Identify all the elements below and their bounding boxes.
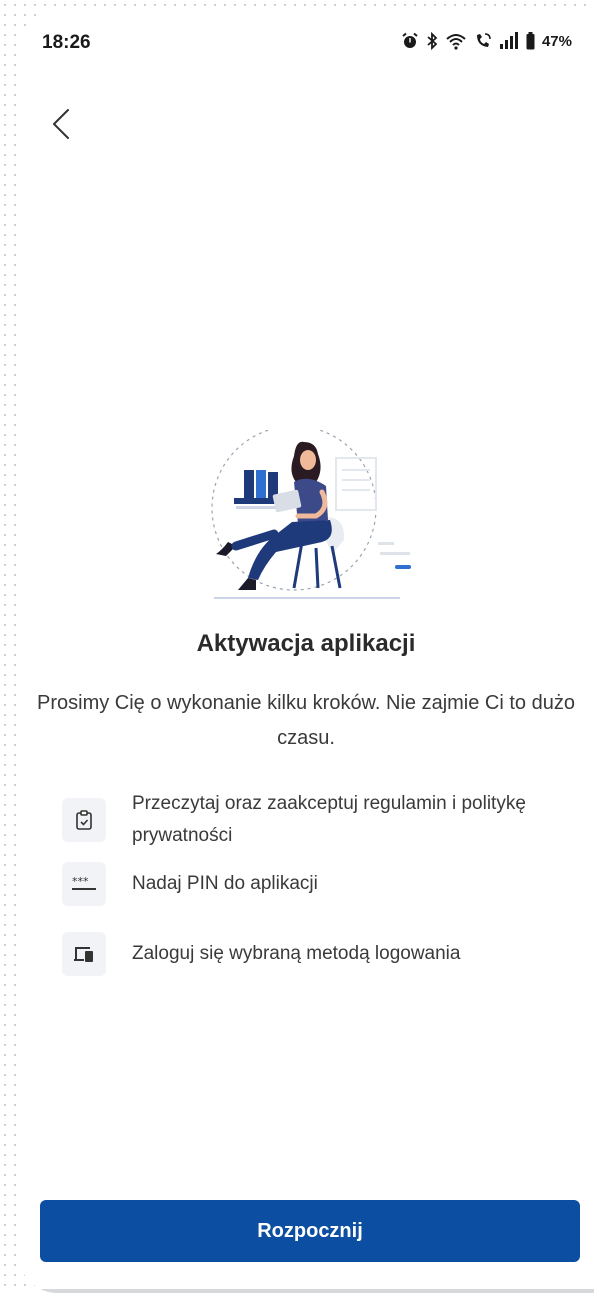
step-label-terms: Przeczytaj oraz zaakceptuj regulamin i p… xyxy=(132,793,526,846)
clipboard-check-icon xyxy=(62,798,106,842)
bottom-edge xyxy=(18,1289,594,1293)
devices-icon xyxy=(62,932,106,976)
start-button[interactable]: Rozpocznij xyxy=(40,1200,580,1262)
signal-icon xyxy=(499,32,519,50)
bluetooth-icon xyxy=(426,32,438,50)
status-icons: 47% xyxy=(401,32,572,50)
svg-text:***: *** xyxy=(72,876,89,888)
back-button[interactable] xyxy=(42,102,86,146)
step-label-pin: Nadaj PIN do aplikacji xyxy=(132,873,318,894)
intro-text: Prosimy Cię o wykonanie kilku kroków. Ni… xyxy=(37,692,575,749)
step-item-terms: Przeczytaj oraz zaakceptuj regulamin i p… xyxy=(62,788,542,852)
status-bar: 18:26 47% xyxy=(18,32,594,58)
alarm-icon xyxy=(401,32,419,50)
screen: 18:26 47% Aktywacja aplikacji Prosimy Ci… xyxy=(18,10,594,1293)
step-item-login: Zaloguj się wybraną metodą logowania xyxy=(62,932,542,976)
chevron-left-icon xyxy=(53,109,69,139)
wifi-calling-icon xyxy=(474,32,492,50)
battery-percent: 47% xyxy=(541,32,572,50)
step-label-login: Zaloguj się wybraną metodą logowania xyxy=(132,943,461,964)
illustration-woman-with-laptop xyxy=(204,425,414,608)
status-time: 18:26 xyxy=(42,32,91,53)
battery-icon xyxy=(526,32,535,50)
pin-asterisks-icon: *** xyxy=(62,862,106,906)
page-title: Aktywacja aplikacji xyxy=(196,630,416,657)
step-item-pin: *** Nadaj PIN do aplikacji xyxy=(62,862,542,906)
wifi-icon xyxy=(445,32,467,50)
